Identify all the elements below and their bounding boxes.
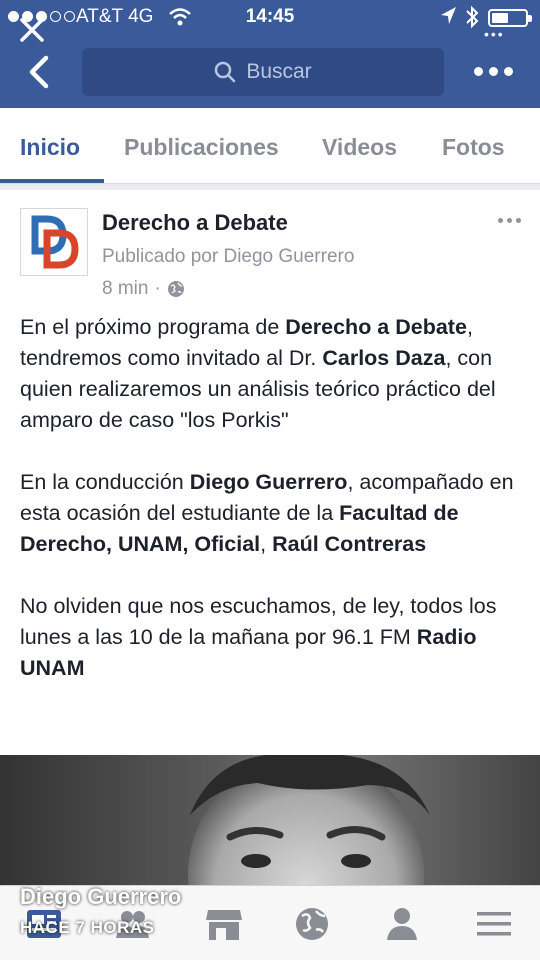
post-body: En el próximo programa de Derecho a Deba… (20, 312, 525, 715)
marketplace-icon[interactable] (204, 906, 244, 942)
search-icon (215, 61, 236, 83)
globe-notifications-icon[interactable] (292, 906, 332, 942)
page-avatar[interactable] (20, 208, 88, 276)
menu-icon[interactable] (474, 906, 514, 942)
clock: 14:45 (245, 6, 295, 27)
post-time[interactable]: 8 min (102, 278, 148, 300)
post-card: Derecho a Debate Publicado por Diego Gue… (0, 190, 540, 755)
dots-indicator-icon: ••• (484, 26, 505, 42)
search-input[interactable]: Buscar (82, 48, 444, 96)
tab-videos[interactable]: Videos (322, 134, 397, 161)
battery-icon (488, 9, 532, 27)
post-paragraph-2: En la conducción Diego Guerrero, acompañ… (20, 470, 514, 556)
story-author-name: Diego Guerrero (20, 884, 182, 909)
close-icon[interactable] (18, 16, 46, 44)
active-tab-indicator (0, 179, 104, 183)
back-chevron-icon[interactable] (22, 52, 56, 92)
globe-icon (167, 281, 184, 297)
portrait-photo (188, 755, 430, 895)
story-timestamp: HACE 7 HORAS (20, 918, 155, 937)
search-placeholder: Buscar (246, 60, 312, 83)
post-photo[interactable] (0, 755, 540, 895)
page-name[interactable]: Derecho a Debate (102, 210, 288, 236)
published-by: Publicado por Diego Guerrero (102, 246, 355, 267)
post-options-button[interactable] (498, 218, 521, 223)
tab-fotos[interactable]: Fotos (442, 134, 505, 161)
tab-inicio[interactable]: Inicio (20, 134, 80, 161)
post-paragraph-3: No olviden que nos escuchamos, de ley, t… (20, 594, 497, 680)
tab-publicaciones[interactable]: Publicaciones (124, 134, 279, 161)
bluetooth-icon (466, 5, 479, 29)
top-bar: AT&T 4G 14:45 ••• Buscar (0, 0, 540, 108)
meta-separator: · (154, 278, 161, 299)
derecho-a-debate-logo (31, 215, 79, 269)
page-tabs: Inicio Publicaciones Videos Fotos (0, 108, 540, 184)
post-paragraph-1: En el próximo programa de Derecho a Deba… (20, 315, 496, 432)
location-arrow-icon (441, 7, 456, 24)
more-options-button[interactable] (474, 58, 516, 84)
post-meta: 8 min · (102, 278, 185, 300)
status-bar: AT&T 4G 14:45 (0, 0, 540, 34)
profile-icon[interactable] (382, 906, 422, 942)
